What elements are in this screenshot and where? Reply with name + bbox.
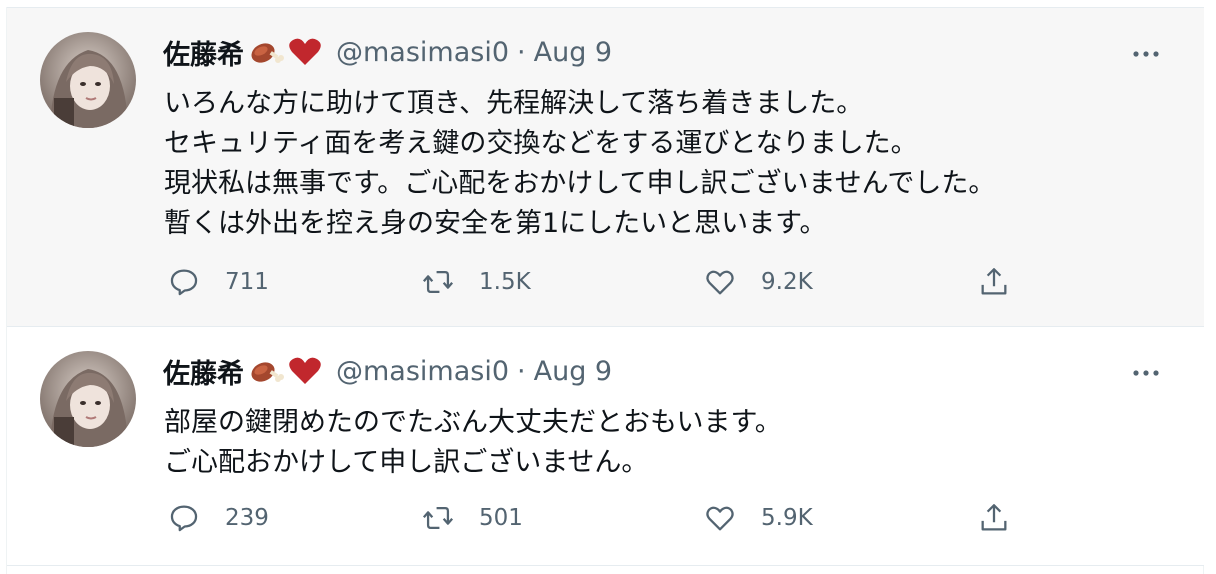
like-count: 9.2K xyxy=(761,269,813,295)
share-button[interactable] xyxy=(977,498,1011,538)
share-icon xyxy=(981,504,1007,531)
heart-outline-icon xyxy=(706,270,734,295)
red-heart-icon xyxy=(288,356,324,386)
retweet-button[interactable]: 501 xyxy=(421,498,523,538)
tweet[interactable]: 佐藤希 @masimasi0 · Aug 9 いろんな方に助けて頂き、先程解決し… xyxy=(7,7,1204,326)
like-button[interactable]: 5.9K xyxy=(703,498,813,538)
tweet-text-line: セキュリティ面を考え鍵の交換などをする運びとなりました。 xyxy=(164,128,918,159)
tweet-text-line: 現状私は無事です。ご心配をおかけして申し訳ございませんでした。 xyxy=(164,168,996,199)
share-button[interactable] xyxy=(977,262,1011,302)
like-button[interactable]: 9.2K xyxy=(703,262,813,302)
tweet-actions: 711 1.5K 9.2K xyxy=(163,262,1033,302)
separator-dot: · xyxy=(517,36,526,68)
tweet-text-line: ご心配おかけして申し訳ございません。 xyxy=(164,447,649,478)
reply-icon xyxy=(170,505,198,532)
tweet-date[interactable]: Aug 9 xyxy=(534,37,612,68)
tweet-text-line: 暫くは外出を控え身の安全を第1にしたいと思います。 xyxy=(164,208,827,239)
share-icon xyxy=(981,268,1007,295)
like-count: 5.9K xyxy=(761,505,813,531)
meat-on-bone-icon xyxy=(248,37,284,67)
retweet-icon xyxy=(422,506,454,530)
meat-on-bone-icon xyxy=(248,356,284,386)
tweet-header: 佐藤希 @masimasi0 · Aug 9 xyxy=(163,352,612,391)
separator-dot: · xyxy=(517,355,526,387)
reply-count: 239 xyxy=(225,505,269,531)
tweet-date[interactable]: Aug 9 xyxy=(534,356,612,387)
retweet-count: 1.5K xyxy=(479,269,531,295)
user-handle[interactable]: @masimasi0 xyxy=(336,356,509,387)
tweet-text-line: いろんな方に助けて頂き、先程解決して落ち着きました。 xyxy=(164,88,864,119)
avatar[interactable] xyxy=(40,351,136,447)
display-name[interactable]: 佐藤希 xyxy=(163,33,244,72)
tweet-actions: 239 501 5.9K xyxy=(163,498,1033,538)
reply-icon xyxy=(170,269,198,296)
heart-outline-icon xyxy=(706,506,734,531)
tweet-header: 佐藤希 @masimasi0 · Aug 9 xyxy=(163,33,612,72)
tweet[interactable]: 佐藤希 @masimasi0 · Aug 9 部屋の鍵閉めたのでたぶん大丈夫だと… xyxy=(7,326,1204,565)
reply-count: 711 xyxy=(225,269,269,295)
reply-button[interactable]: 239 xyxy=(167,498,269,538)
tweet-text: いろんな方に助けて頂き、先程解決して落ち着きました。 セキュリティ面を考え鍵の交… xyxy=(164,84,1164,244)
red-heart-icon xyxy=(288,37,324,67)
display-name[interactable]: 佐藤希 xyxy=(163,352,244,391)
retweet-icon xyxy=(422,270,454,294)
avatar[interactable] xyxy=(40,32,136,128)
retweet-count: 501 xyxy=(479,505,523,531)
more-options-icon[interactable] xyxy=(1128,365,1164,381)
divider xyxy=(7,565,1204,566)
tweet-text: 部屋の鍵閉めたのでたぶん大丈夫だとおもいます。 ご心配おかけして申し訳ございませ… xyxy=(164,403,1164,483)
tweet-text-line: 部屋の鍵閉めたのでたぶん大丈夫だとおもいます。 xyxy=(164,407,782,438)
reply-button[interactable]: 711 xyxy=(167,262,269,302)
user-handle[interactable]: @masimasi0 xyxy=(336,37,509,68)
retweet-button[interactable]: 1.5K xyxy=(421,262,531,302)
more-options-icon[interactable] xyxy=(1128,46,1164,62)
